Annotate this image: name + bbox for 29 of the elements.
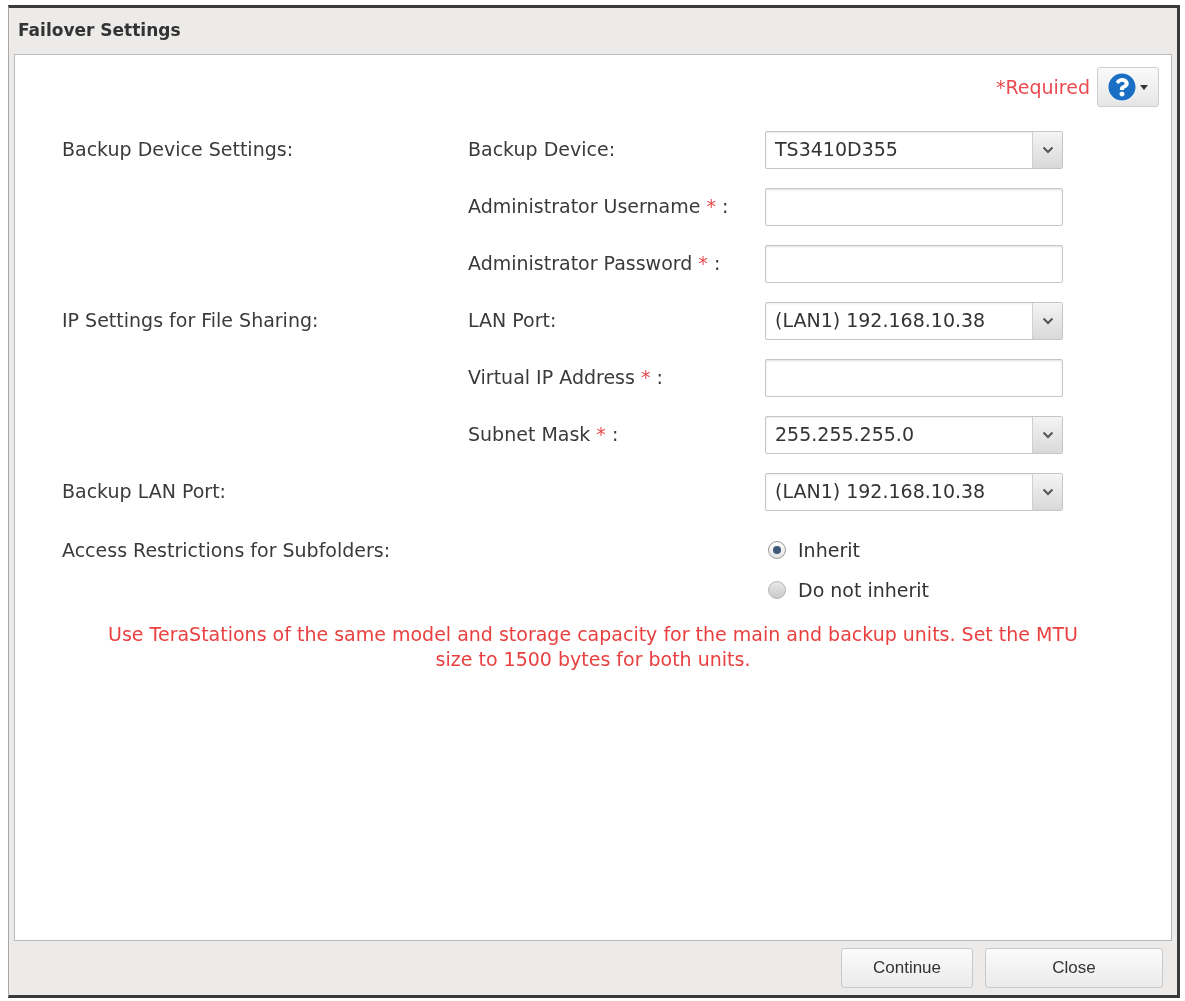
field-label: Backup Device: (468, 138, 616, 161)
text-field[interactable] (765, 358, 1063, 397)
required-note: *Required (995, 74, 1090, 100)
dialog-button[interactable]: Continue (841, 948, 973, 988)
help-icon (1108, 73, 1136, 101)
window-title: Failover Settings (18, 19, 181, 43)
field-label: Administrator Password * : (468, 252, 721, 275)
dropdown[interactable]: 255.255.255.0 (765, 415, 1063, 454)
dropdown[interactable]: (LAN1) 192.168.10.38 (765, 301, 1063, 340)
field-label: Virtual IP Address * : (468, 366, 663, 389)
caret-down-icon (1140, 84, 1148, 90)
text-field[interactable] (765, 244, 1063, 283)
radio-option[interactable]: Do not inherit (768, 570, 930, 610)
help-button[interactable] (1097, 67, 1159, 107)
radio-button-icon[interactable] (768, 541, 786, 559)
section-label: Backup Device Settings: (62, 138, 294, 161)
section-label: IP Settings for File Sharing: (62, 309, 319, 332)
field-label: Subnet Mask * : (468, 423, 619, 446)
warning-note: Use TeraStations of the same model and storage capacity for the main and backup units. Set the MTU size to 1500 bytes for both units. (107, 622, 1079, 672)
section-label: Access Restrictions for Subfolders: (62, 537, 391, 563)
section-label: Backup LAN Port: (62, 480, 227, 503)
field-label: Administrator Username * : (468, 195, 729, 218)
text-field[interactable] (765, 187, 1063, 226)
radio-option[interactable]: Inherit (768, 530, 930, 570)
dropdown[interactable]: TS3410D355 (765, 130, 1063, 169)
field-label: LAN Port: (468, 309, 557, 332)
dropdown[interactable]: (LAN1) 192.168.10.38 (765, 472, 1063, 511)
dialog-button[interactable]: Close (985, 948, 1163, 988)
radio-button-icon[interactable] (768, 581, 786, 599)
